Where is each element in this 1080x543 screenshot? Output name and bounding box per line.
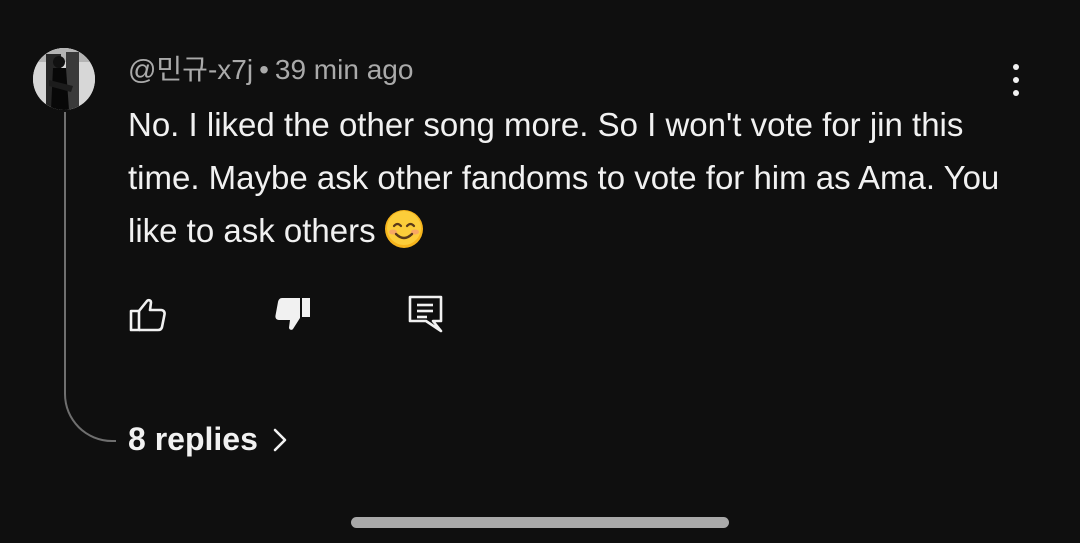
smiling-face-icon: [384, 209, 424, 264]
view-replies-button[interactable]: 8 replies: [128, 421, 288, 458]
author-name[interactable]: @민규-x7j: [128, 54, 253, 85]
avatar-image: [33, 48, 95, 110]
more-vertical-icon: [1013, 64, 1019, 70]
like-button[interactable]: [128, 294, 168, 334]
separator-dot: •: [259, 54, 269, 85]
thumbs-up-icon: [129, 298, 166, 332]
comment-text: No. I liked the other song more. So I wo…: [128, 106, 1000, 249]
comment-screen: @민규-x7j • 39 min ago No. I liked the other…: [0, 0, 1080, 543]
chevron-right-icon: [273, 428, 287, 451]
comment-meta: @민규-x7j • 39 min ago: [128, 52, 413, 88]
timestamp: 39 min ago: [274, 54, 414, 85]
comment-icon: [408, 295, 443, 333]
thread-line: [64, 112, 116, 442]
home-indicator[interactable]: [351, 517, 729, 528]
replies-count-label: 8 replies: [128, 421, 258, 457]
avatar[interactable]: [33, 48, 95, 110]
more-options-button[interactable]: [1000, 60, 1032, 100]
dislike-button[interactable]: [273, 294, 313, 334]
comment-body: No. I liked the other song more. So I wo…: [128, 98, 1028, 264]
reply-button[interactable]: [406, 294, 446, 334]
thumbs-down-icon: [275, 298, 310, 330]
